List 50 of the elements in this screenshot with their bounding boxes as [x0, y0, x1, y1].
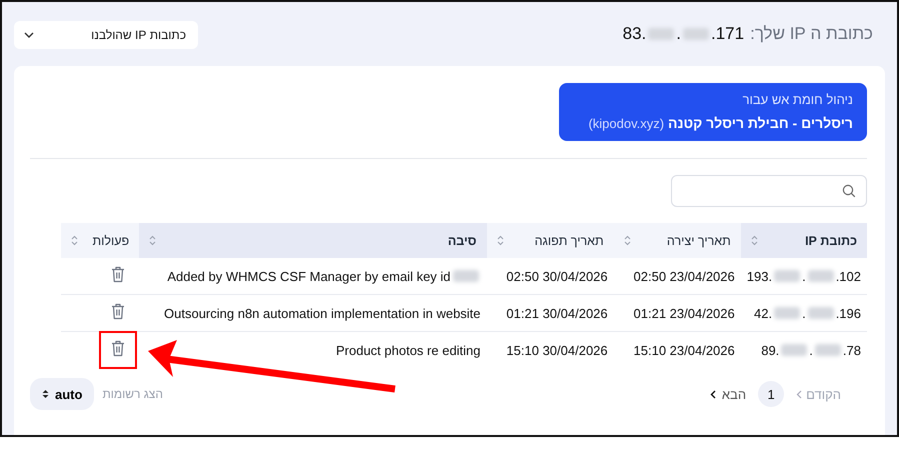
column-header[interactable]: תאריך יצירה	[614, 223, 741, 258]
redaction-blur	[808, 270, 834, 282]
table-cell: 02:50 23/04/2026	[634, 268, 735, 284]
table-cell: Added by WHMCS CSF Manager by email key id	[167, 268, 481, 284]
banner-domain: (kipodov.xyz)	[588, 116, 664, 131]
table-cell: Outsourcing n8n automation implementation in website	[164, 306, 481, 320]
delete-icon[interactable]	[111, 303, 126, 320]
table-cell: 193. . .102	[746, 268, 861, 284]
chevron-left-icon	[796, 390, 802, 398]
redaction-blur	[774, 307, 800, 319]
redaction-blur	[781, 344, 808, 356]
table-cell: 15:10 30/04/2026	[506, 342, 608, 358]
sort-icon[interactable]	[71, 235, 78, 246]
sort-icon[interactable]	[496, 235, 504, 246]
table-cell: 01:21 23/04/2026	[634, 306, 735, 320]
column-header[interactable]: תאריך תפוגה	[486, 223, 614, 258]
table-cell: 89. . .78	[761, 342, 861, 358]
delete-icon[interactable]	[111, 340, 126, 357]
redaction-blur	[814, 344, 841, 356]
table-cell: 01:21 30/04/2026	[506, 306, 608, 320]
sort-icon	[42, 389, 49, 399]
table-cell: 42. . .196	[754, 306, 861, 320]
sort-icon[interactable]	[750, 235, 758, 246]
column-header[interactable]: כתובת IP	[740, 223, 867, 258]
sort-icon[interactable]	[149, 235, 156, 246]
table-cell: 15:10 23/04/2026	[634, 342, 735, 358]
sort-icon[interactable]	[624, 235, 631, 246]
banner-subtitle: ניהול חומת אש עבור	[742, 92, 853, 107]
column-header[interactable]: סיבה	[139, 223, 487, 258]
search-icon	[842, 184, 856, 198]
page-size-label: הצג רשומות	[102, 387, 163, 401]
whitelist-dropdown[interactable]: כתובות IP שהולבנו	[14, 20, 198, 48]
next-link[interactable]: הבא	[710, 386, 746, 402]
redaction-blur	[452, 270, 479, 282]
banner-title: ריסלרים - חבילת ריסלר קטנה	[668, 115, 853, 131]
chevron-left-icon	[710, 390, 716, 398]
ip-label: כתובת ה IP שלך:	[750, 24, 873, 43]
search-field[interactable]	[671, 175, 867, 207]
page-size-select[interactable]: auto	[30, 378, 94, 410]
delete-icon[interactable]	[111, 266, 126, 283]
page-button[interactable]: 1	[758, 381, 784, 407]
column-header[interactable]: פעולות	[61, 223, 140, 258]
chevron-down-icon	[24, 32, 34, 38]
table-cell: Product photos re editing	[336, 342, 481, 358]
redaction-blur	[774, 270, 800, 282]
redaction-blur	[808, 307, 834, 319]
table-cell: 02:50 30/04/2026	[506, 268, 608, 284]
redaction-blur	[683, 28, 709, 40]
ip-value: 83. . .171	[622, 24, 744, 44]
redaction-blur	[648, 28, 674, 40]
